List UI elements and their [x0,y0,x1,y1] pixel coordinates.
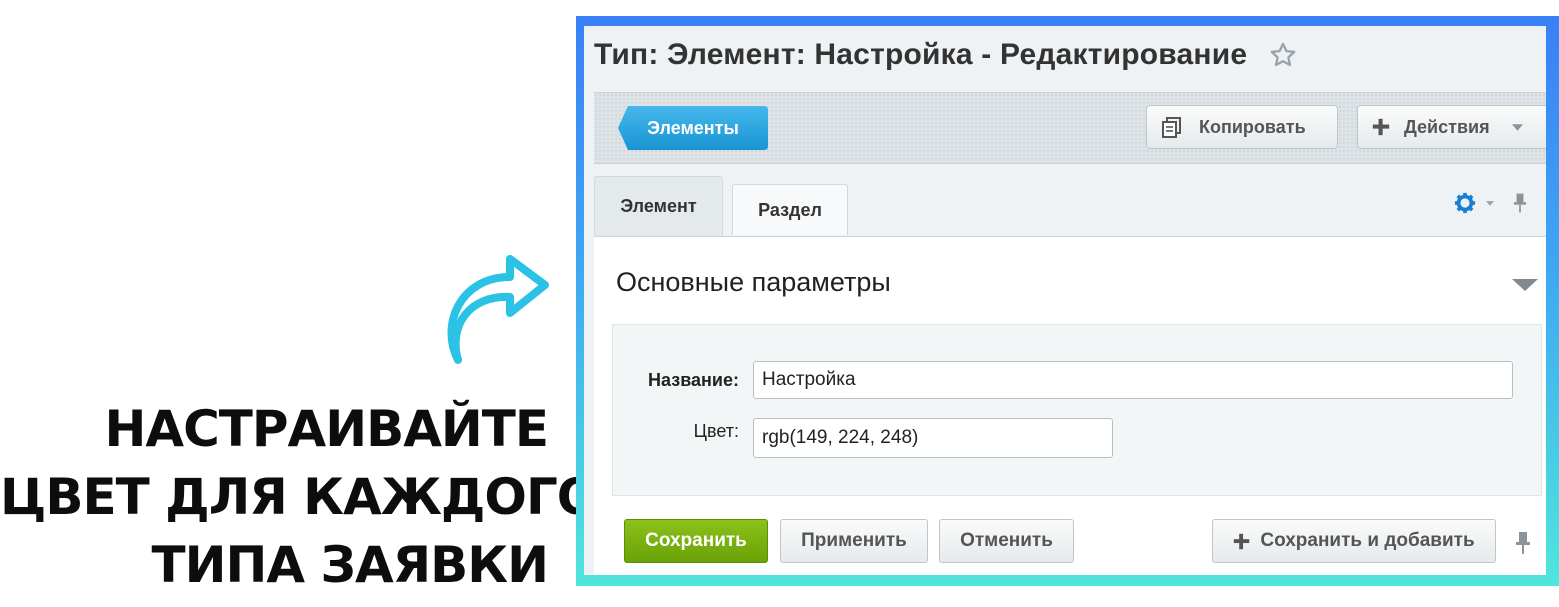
elements-back-button[interactable]: Элементы [618,106,768,150]
pin-icon[interactable] [1516,531,1530,555]
star-icon[interactable] [1269,41,1297,69]
cancel-button[interactable]: Отменить [939,519,1074,563]
toolbar: Элементы Копировать Действия [594,92,1546,164]
collapse-triangle-icon[interactable] [1512,279,1538,291]
promo-line: ТИПА ЗАЯВКИ [151,536,549,594]
gear-icon [1454,192,1476,214]
name-label: Название: [648,370,739,390]
curved-arrow-icon [447,255,549,364]
tab-settings-control[interactable] [1454,192,1526,214]
pin-icon[interactable] [1514,192,1526,214]
tab-section[interactable]: Раздел [732,184,848,235]
main-parameters-fields: Название: Цвет: [612,324,1542,496]
apply-button[interactable]: Применить [780,519,928,563]
page-header: Тип: Элемент: Настройка - Редактирование [594,32,1297,78]
chevron-down-icon [1511,123,1523,131]
edit-form-panel: Основные параметры Название: Цвет: Сохра… [594,236,1546,575]
tab-element[interactable]: Элемент [594,176,723,236]
actions-button-label: Действия [1404,116,1490,137]
promo-line: ЦВЕТ ДЛЯ КАЖДОГО [0,468,599,526]
color-input[interactable] [753,418,1113,458]
color-label: Цвет: [693,421,739,441]
section-title: Основные параметры [616,267,891,297]
save-button[interactable]: Сохранить [624,519,768,563]
promo-headline: НАСТРАИВАЙТЕ ЦВЕТ ДЛЯ КАЖДОГО ТИПА ЗАЯВК… [0,395,599,599]
admin-panel: Тип: Элемент: Настройка - Редактирование… [584,26,1546,575]
name-input[interactable] [753,361,1513,399]
promo-line: НАСТРАИВАЙТЕ [104,400,549,458]
copy-button[interactable]: Копировать [1146,105,1338,149]
plus-icon [1372,118,1390,136]
copy-icon [1162,117,1181,138]
copy-button-label: Копировать [1199,116,1306,137]
save-and-add-label: Сохранить и добавить [1260,530,1475,551]
save-and-add-button[interactable]: Сохранить и добавить [1212,519,1496,563]
actions-dropdown-button[interactable]: Действия [1357,105,1546,149]
chevron-down-icon [1486,200,1494,206]
plus-icon [1234,533,1250,549]
page-title: Тип: Элемент: Настройка - Редактирование [594,38,1248,71]
